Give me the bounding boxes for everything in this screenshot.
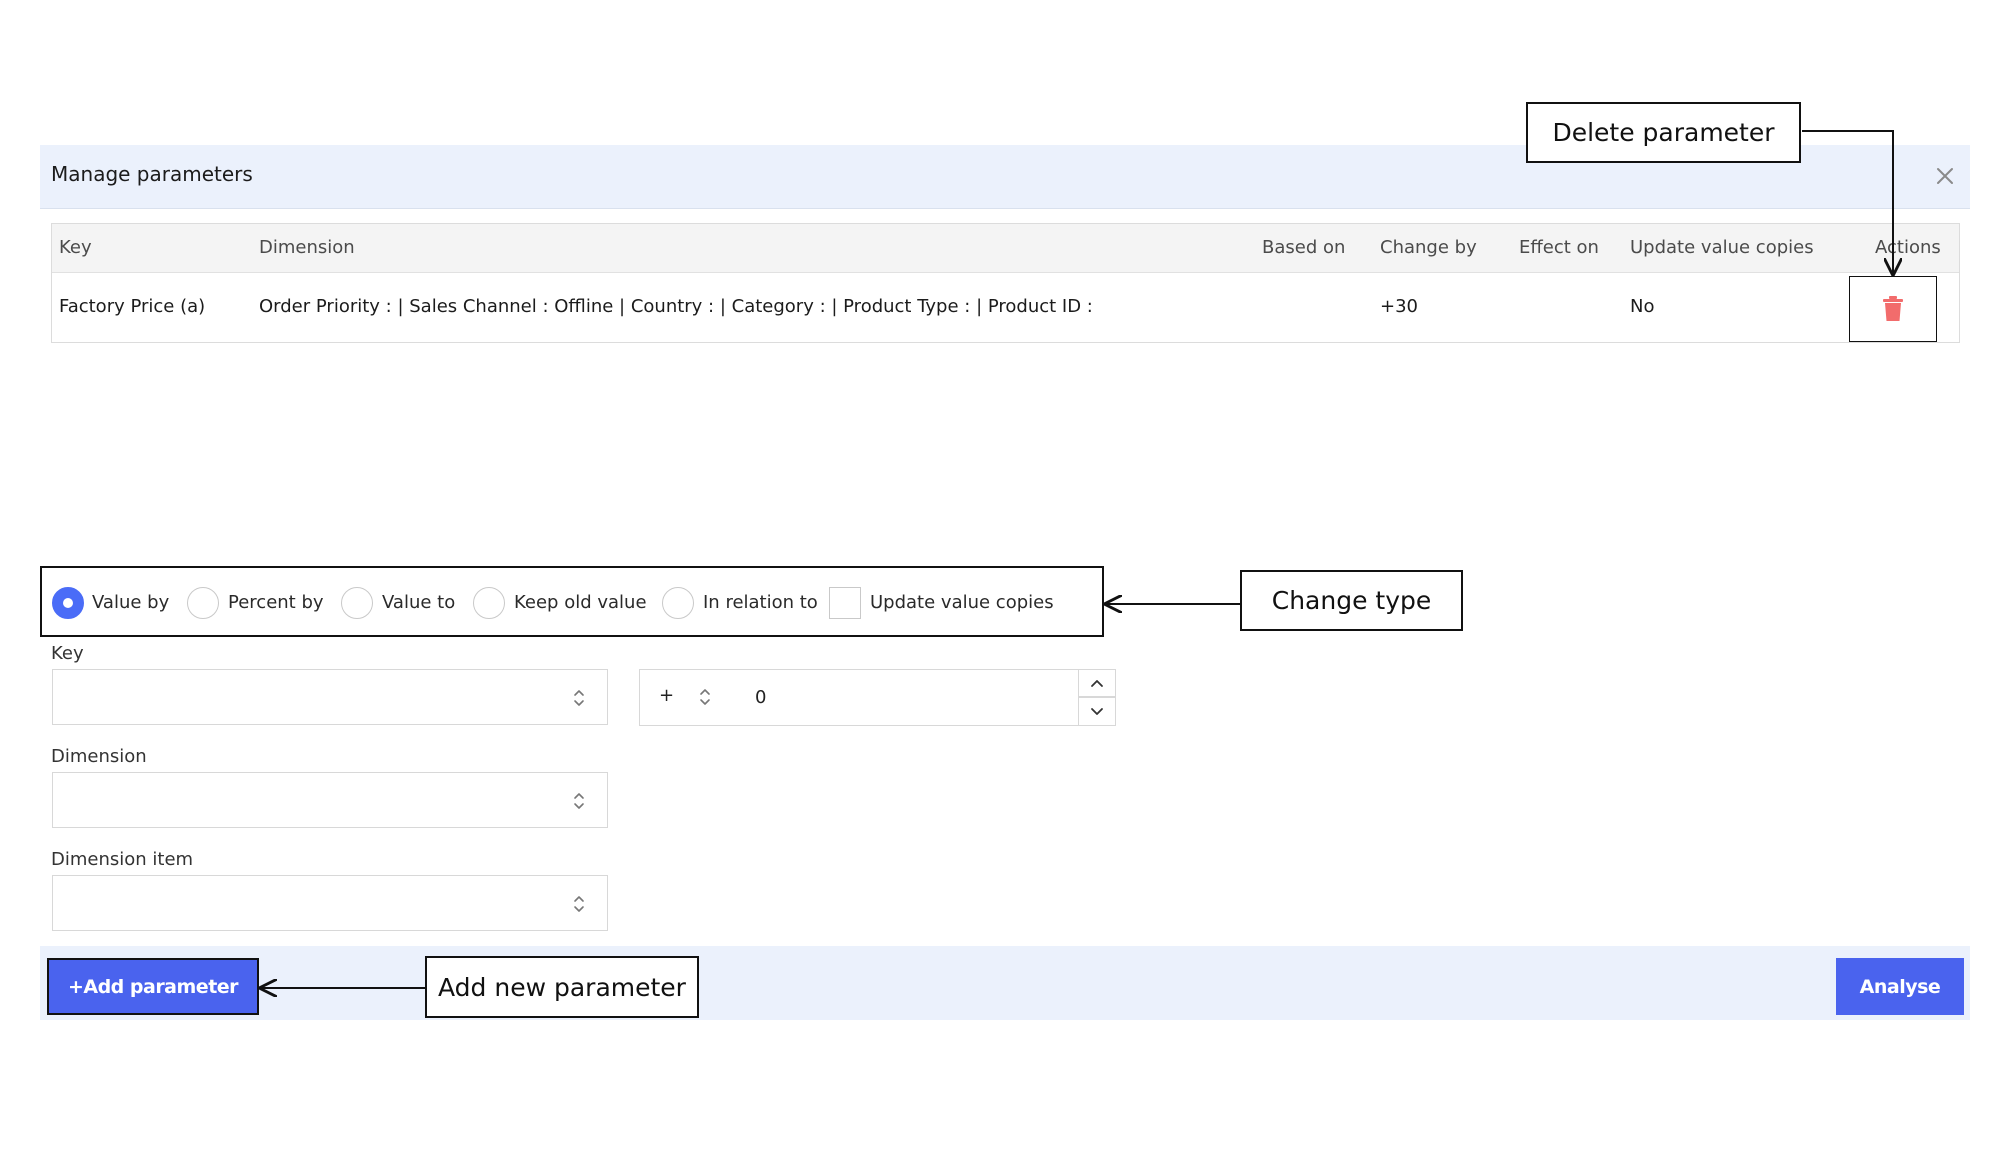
callout-add-new-parameter: Add new parameter: [425, 956, 699, 1018]
column-header-update-value-copies: Update value copies: [1630, 237, 1814, 258]
column-header-actions: Actions: [1875, 237, 1941, 258]
chevron-up-down-icon: [574, 896, 584, 912]
trash-icon: [1883, 296, 1903, 321]
radio-in-relation-to[interactable]: [662, 587, 694, 619]
increment-button[interactable]: [1078, 669, 1116, 697]
key-field-label: Key: [51, 643, 84, 664]
chevron-up-down-icon: [700, 689, 710, 705]
row-change-by: +30: [1380, 296, 1418, 317]
sign-value: +: [659, 685, 675, 706]
dimension-item-field-label: Dimension item: [51, 849, 194, 870]
update-value-copies-checkbox[interactable]: [829, 587, 861, 619]
radio-keep-old-value[interactable]: [473, 587, 505, 619]
radio-label-value-to: Value to: [382, 592, 456, 613]
add-parameter-button[interactable]: +Add parameter: [47, 958, 259, 1015]
key-select[interactable]: [52, 669, 608, 725]
analyse-button[interactable]: Analyse: [1836, 958, 1964, 1015]
radio-value-to[interactable]: [341, 587, 373, 619]
radio-percent-by[interactable]: [187, 587, 219, 619]
chevron-up-down-icon: [574, 793, 584, 809]
column-header-effect-on: Effect on: [1519, 237, 1599, 258]
radio-value-by[interactable]: [52, 587, 84, 619]
radio-label-in-relation-to: In relation to: [703, 592, 818, 613]
radio-label-keep-old-value: Keep old value: [514, 592, 647, 613]
chevron-up-icon: [1091, 680, 1103, 687]
delete-parameter-button[interactable]: [1849, 276, 1937, 342]
decrement-button[interactable]: [1078, 697, 1116, 726]
radio-label-value-by: Value by: [92, 592, 170, 613]
modal-footer: [40, 946, 1970, 1020]
checkbox-label-update-value-copies: Update value copies: [870, 592, 1054, 613]
chevron-up-down-icon: [574, 690, 584, 706]
row-update-value-copies: No: [1630, 296, 1655, 317]
row-key: Factory Price (a): [59, 296, 206, 317]
modal-title: Manage parameters: [51, 162, 253, 186]
callout-change-type: Change type: [1240, 570, 1463, 631]
column-header-dimension: Dimension: [259, 237, 355, 258]
radio-label-percent-by: Percent by: [228, 592, 324, 613]
row-dimension: Order Priority : | Sales Channel : Offli…: [259, 296, 1093, 317]
chevron-down-icon: [1091, 707, 1103, 715]
amount-input[interactable]: [734, 669, 1080, 726]
column-header-based-on: Based on: [1262, 237, 1346, 258]
callout-delete-parameter: Delete parameter: [1526, 102, 1801, 163]
column-header-key: Key: [59, 237, 92, 258]
dimension-field-label: Dimension: [51, 746, 147, 767]
dimension-select[interactable]: [52, 772, 608, 828]
column-header-change-by: Change by: [1380, 237, 1477, 258]
close-icon[interactable]: [1931, 162, 1959, 190]
sign-select[interactable]: +: [639, 669, 735, 726]
dimension-item-select[interactable]: [52, 875, 608, 931]
